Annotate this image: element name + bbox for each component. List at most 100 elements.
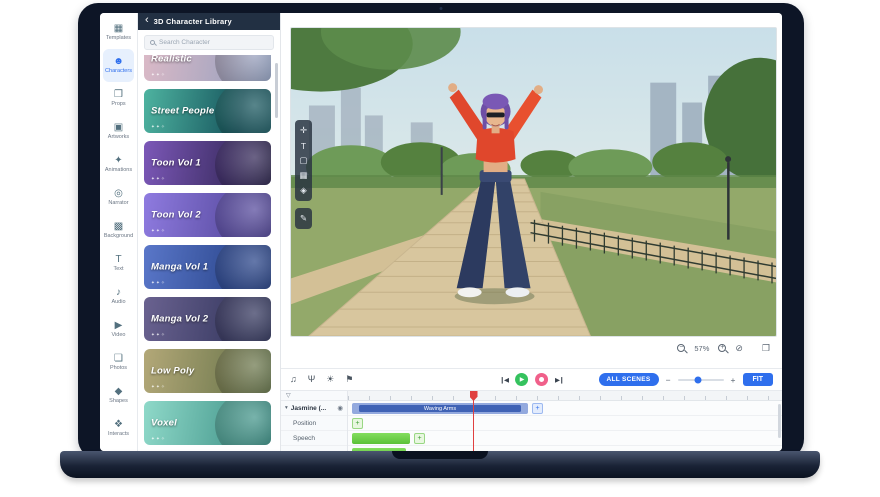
park-scene (291, 28, 776, 336)
search-input[interactable] (159, 39, 268, 46)
transport-bar: ♫ Ψ ☀ ⚑ ❙◀ ▶ ▶❙ ALL SCENES − (281, 368, 782, 391)
add-speech-button[interactable]: + (414, 433, 425, 444)
main-area: ✛ T ▢ ▦ ◈ ✎ − 57% + ⊘ ❐ (281, 13, 782, 451)
text-icon: T (115, 255, 121, 265)
animation-clip[interactable]: Waving Arms (352, 403, 528, 414)
play-button[interactable]: ▶ (515, 373, 528, 386)
track-row-speech[interactable]: Speech (281, 431, 347, 446)
card-low-poly[interactable]: Low Poly (144, 349, 271, 393)
sidebar: ▦Templates ☻Characters ❒Props ▣Artworks … (100, 13, 138, 451)
audio-icon: ♪ (116, 288, 121, 298)
timeline-zoom-slider[interactable] (678, 379, 724, 381)
card-toon-vol-1[interactable]: Toon Vol 1 (144, 141, 271, 185)
select-tool-icon[interactable]: ▢ (295, 153, 312, 168)
lane-speech[interactable]: + (348, 431, 782, 446)
photos-icon: ❏ (114, 354, 123, 364)
record-dot-icon (539, 377, 544, 382)
playhead[interactable] (473, 391, 474, 451)
timeline-scrollbar[interactable] (778, 404, 781, 438)
track-header-jasmine[interactable]: ▾ Jasmine (... ◉ (281, 401, 347, 416)
library-scrollbar[interactable] (275, 63, 278, 118)
sidebar-item-shapes[interactable]: ◆Shapes (103, 379, 134, 412)
background-icon: ▩ (114, 222, 123, 232)
bookmark-icon[interactable]: ⚑ (345, 375, 353, 384)
props-icon: ❒ (114, 90, 123, 100)
track-row-position[interactable]: Position (281, 416, 347, 431)
sidebar-item-background[interactable]: ▩Background (103, 214, 134, 247)
templates-icon: ▦ (114, 24, 123, 34)
slider-knob[interactable] (695, 376, 702, 383)
zoom-level: 57% (694, 344, 709, 353)
transport-left-tools: ♫ Ψ ☀ ⚑ (290, 375, 353, 384)
timeline-ruler[interactable] (348, 391, 782, 401)
timeline-zoom-out[interactable]: − (666, 375, 671, 385)
sidebar-item-text[interactable]: TText (103, 247, 134, 280)
page: ▦Templates ☻Characters ❒Props ▣Artworks … (0, 0, 880, 497)
duplicate-icon[interactable]: ❐ (762, 343, 770, 354)
card-realistic[interactable]: Realistic (144, 55, 271, 81)
speech-clip[interactable] (352, 433, 410, 444)
sidebar-item-interacts[interactable]: ❖Interacts (103, 412, 134, 445)
grid-tool-icon[interactable]: ▦ (295, 168, 312, 183)
skip-forward-icon[interactable]: ▶❙ (555, 376, 563, 384)
collapse-caret-icon[interactable]: ▾ (285, 405, 288, 411)
add-audio-icon[interactable]: ♫ (290, 375, 297, 384)
zoom-bar: − 57% + ⊘ ❐ (281, 337, 782, 359)
shapes-icon: ◆ (115, 387, 123, 397)
all-scenes-button[interactable]: ALL SCENES (599, 373, 659, 386)
lane-position[interactable]: + (348, 416, 782, 431)
card-manga-vol-2[interactable]: Manga Vol 2 (144, 297, 271, 341)
sidebar-item-video[interactable]: ▶Video (103, 313, 134, 346)
card-manga-vol-1[interactable]: Manga Vol 1 (144, 245, 271, 289)
pose-tool-icon[interactable]: ✎ (295, 211, 312, 226)
sidebar-item-artworks[interactable]: ▣Artworks (103, 115, 134, 148)
narrator-icon: ◎ (114, 189, 123, 199)
add-position-button[interactable]: + (352, 418, 363, 429)
sidebar-item-props[interactable]: ❒Props (103, 82, 134, 115)
timeline-zoom-in[interactable]: + (731, 375, 736, 385)
card-street-people[interactable]: Street People (144, 89, 271, 133)
card-toon-vol-2[interactable]: Toon Vol 2 (144, 193, 271, 237)
hide-ui-icon[interactable]: ⊘ (735, 343, 743, 354)
laptop-frame: ▦Templates ☻Characters ❒Props ▣Artworks … (78, 3, 804, 459)
visibility-eye-icon[interactable]: ◉ (337, 404, 343, 412)
sidebar-item-templates[interactable]: ▦Templates (103, 16, 134, 49)
sidebar-item-characters[interactable]: ☻Characters (103, 49, 134, 82)
timeline-track-names: ▽ ▾ Jasmine (... ◉ Position Speech (281, 391, 348, 451)
layers-tool-icon[interactable]: ◈ (295, 183, 312, 198)
app-window: ▦Templates ☻Characters ❒Props ▣Artworks … (100, 13, 782, 451)
add-animation-button[interactable]: + (532, 403, 543, 414)
playback-controls: ❙◀ ▶ ▶❙ (500, 373, 564, 386)
card-voxel[interactable]: Voxel (144, 401, 271, 445)
timeline: ▽ ▾ Jasmine (... ◉ Position Speech (281, 391, 782, 451)
sidebar-item-photos[interactable]: ❏Photos (103, 346, 134, 379)
transport-right-tools: ALL SCENES − + FIT (599, 373, 774, 386)
animations-icon: ✦ (114, 156, 122, 166)
fit-button[interactable]: FIT (743, 373, 774, 386)
artworks-icon: ▣ (114, 123, 123, 133)
back-icon[interactable]: ‹ (145, 15, 149, 26)
pan-tool-icon[interactable]: ✛ (295, 123, 312, 138)
sidebar-item-audio[interactable]: ♪Audio (103, 280, 134, 313)
sidebar-item-animations[interactable]: ✦Animations (103, 148, 134, 181)
character-library-panel: ‹ 3D Character Library Realistic Street … (138, 13, 281, 451)
zoom-out-icon[interactable]: − (677, 344, 685, 352)
record-button[interactable] (535, 373, 548, 386)
character-card-list: Realistic Street People Toon Vol 1 Toon … (138, 55, 280, 451)
filter-icon[interactable]: ▽ (281, 391, 347, 401)
interacts-icon: ❖ (114, 420, 123, 430)
canvas-toolbar-secondary: ✎ (295, 208, 312, 229)
lane-jasmine[interactable]: Waving Arms + (348, 401, 782, 416)
text-tool-icon[interactable]: T (295, 138, 312, 153)
search-box[interactable] (144, 35, 274, 50)
characters-icon: ☻ (113, 57, 124, 67)
track-name: Jasmine (... (291, 405, 335, 412)
library-header: ‹ 3D Character Library (138, 13, 280, 30)
timeline-lanes[interactable]: Waving Arms + + + (348, 391, 782, 451)
render-settings-icon[interactable]: ☀ (326, 375, 334, 384)
zoom-in-icon[interactable]: + (718, 344, 726, 352)
skip-back-icon[interactable]: ❙◀ (500, 376, 508, 384)
sidebar-item-narrator[interactable]: ◎Narrator (103, 181, 134, 214)
canvas[interactable]: ✛ T ▢ ▦ ◈ ✎ (290, 27, 777, 337)
record-voice-icon[interactable]: Ψ (308, 375, 316, 384)
